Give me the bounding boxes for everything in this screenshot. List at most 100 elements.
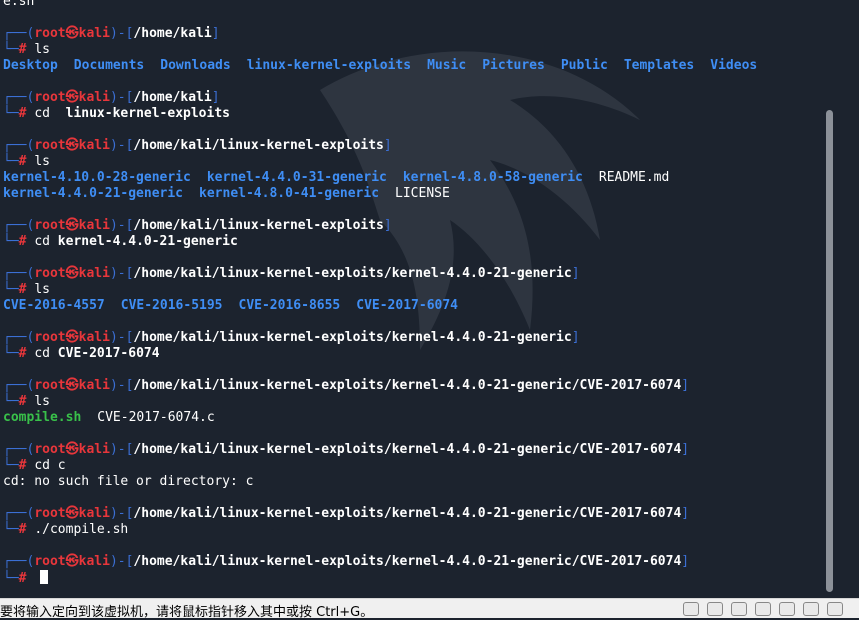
prompt-arrow: └─	[3, 154, 19, 169]
prompt-hash: #	[18, 571, 35, 586]
ls-entry: Desktop	[3, 58, 58, 73]
settings-icon[interactable]	[803, 602, 819, 616]
ls-entry: README.md	[598, 170, 670, 185]
prompt-path: /home/kali/linux-kernel-exploits/kernel-…	[133, 442, 682, 457]
ls-entry: Music	[427, 58, 467, 73]
prompt-sep: )-[	[109, 26, 134, 41]
ls-output-row: Desktop Documents Downloads linux-kernel-ex…	[3, 58, 757, 74]
prompt-corner: ┌──(	[3, 138, 35, 153]
prompt-hash: #	[18, 394, 35, 409]
hard-disk-icon[interactable]	[683, 602, 699, 616]
scrollbar-track[interactable]	[838, 0, 859, 598]
prompt-arrow: └─	[3, 458, 19, 473]
ls-entry: kernel-4.8.0-41-generic	[199, 186, 380, 201]
prompt-path: /home/kali/linux-kernel-exploits	[133, 218, 384, 233]
ls-entry: Pictures	[482, 58, 545, 73]
prompt-close: ]	[211, 26, 220, 41]
prompt-hash: #	[18, 42, 35, 57]
prompt-command-line: └─# cd kernel-4.4.0-21-generic	[3, 234, 757, 250]
prompt-close: ]	[383, 138, 392, 153]
ls-entry: Templates	[623, 58, 695, 73]
prompt-arrow: └─	[3, 234, 19, 249]
prompt-command-line: └─# cd linux-kernel-exploits	[3, 106, 757, 122]
terminal-output: e.sh ┌──(root㉿kali)-[/home/kali] └─# ls Des…	[3, 0, 757, 586]
command-verb: cd	[34, 346, 58, 361]
fullscreen-icon[interactable]	[827, 602, 843, 616]
prompt-sep: )-[	[109, 218, 134, 233]
cd-rom-icon[interactable]	[707, 602, 723, 616]
prompt-corner: ┌──(	[3, 266, 35, 281]
prompt-close: ]	[571, 266, 580, 281]
command-arg: linux-kernel-exploits	[65, 106, 230, 121]
ls-entry: kernel-4.10.0-28-generic	[3, 170, 191, 185]
command-text: ./compile.sh	[34, 522, 129, 537]
prompt-header: ┌──(root㉿kali)-[/home/kali/linux-kernel-…	[3, 266, 757, 282]
ls-output-row: CVE-2016-4557 CVE-2016-5195 CVE-2016-8655 C…	[3, 298, 757, 314]
prompt-user: root㉿kali	[34, 554, 110, 569]
ls-output-row: kernel-4.4.0-21-generic kernel-4.8.0-41-g…	[3, 186, 757, 202]
network-icon[interactable]	[731, 602, 747, 616]
prompt-sep: )-[	[109, 266, 134, 281]
command-text: ls	[34, 282, 50, 297]
prompt-header: ┌──(root㉿kali)-[/home/kali/linux-kernel-…	[3, 138, 757, 154]
terminal-window[interactable]: e.sh ┌──(root㉿kali)-[/home/kali] └─# ls Des…	[0, 0, 838, 598]
prompt-command-line: └─# ls	[3, 154, 757, 170]
scrollbar-thumb[interactable]	[826, 110, 833, 592]
prompt-user: root㉿kali	[34, 506, 110, 521]
prompt-hash: #	[18, 282, 35, 297]
prompt-command-line: └─# cd CVE-2017-6074	[3, 346, 757, 362]
prompt-arrow: └─	[3, 394, 19, 409]
prompt-hash: #	[18, 234, 35, 249]
sound-icon[interactable]	[755, 602, 771, 616]
prompt-command-line: └─#	[3, 570, 757, 586]
prompt-header: ┌──(root㉿kali)-[/home/kali/linux-kernel-…	[3, 554, 757, 570]
prompt-arrow: └─	[3, 282, 19, 297]
prompt-corner: ┌──(	[3, 330, 35, 345]
prompt-header: ┌──(root㉿kali)-[/home/kali/linux-kernel-…	[3, 330, 757, 346]
prompt-header: ┌──(root㉿kali)-[/home/kali]	[3, 90, 757, 106]
prompt-close: ]	[681, 378, 690, 393]
prompt-header: ┌──(root㉿kali)-[/home/kali/linux-kernel-…	[3, 218, 757, 234]
prompt-header: ┌──(root㉿kali)-[/home/kali/linux-kernel-…	[3, 442, 757, 458]
ls-entry: kernel-4.4.0-21-generic	[3, 186, 184, 201]
status-icons	[683, 602, 843, 616]
prompt-arrow: └─	[3, 522, 19, 537]
prompt-header: ┌──(root㉿kali)-[/home/kali]	[3, 26, 757, 42]
command-text: cd c	[34, 458, 66, 473]
prompt-path: /home/kali	[133, 26, 212, 41]
prompt-hash: #	[18, 458, 35, 473]
prompt-user: root㉿kali	[34, 378, 110, 393]
prompt-command-line: └─# ls	[3, 42, 757, 58]
prompt-arrow: └─	[3, 106, 19, 121]
ls-entry: Downloads	[160, 58, 231, 73]
ls-entry: Documents	[73, 58, 145, 73]
prompt-corner: ┌──(	[3, 378, 35, 393]
prompt-path: /home/kali/linux-kernel-exploits/kernel-…	[133, 506, 682, 521]
prompt-user: root㉿kali	[34, 90, 110, 105]
ls-entry: CVE-2016-8655	[238, 298, 341, 313]
prompt-corner: ┌──(	[3, 554, 35, 569]
ls-entry: kernel-4.4.0-31-generic	[206, 170, 387, 185]
prompt-user: root㉿kali	[34, 138, 110, 153]
prompt-path: /home/kali/linux-kernel-exploits/kernel-…	[133, 378, 682, 393]
command-verb: cd	[34, 234, 58, 249]
prompt-path: /home/kali/linux-kernel-exploits/kernel-…	[133, 554, 682, 569]
usb-icon[interactable]	[779, 602, 795, 616]
prompt-corner: ┌──(	[3, 26, 35, 41]
prompt-user: root㉿kali	[34, 442, 110, 457]
vm-status-bar: 要将输入定向到该虚拟机，请将鼠标指针移入其中或按 Ctrl+G。	[0, 598, 859, 620]
prompt-command-line: └─# ls	[3, 282, 757, 298]
ls-entry: LICENSE	[395, 186, 450, 201]
ls-entry: CVE-2017-6074.c	[97, 410, 215, 425]
error-output: cd: no such file or directory: c	[3, 474, 254, 489]
terminal-cursor	[40, 570, 49, 584]
prompt-arrow: └─	[3, 346, 19, 361]
prompt-hash: #	[18, 522, 35, 537]
prompt-corner: ┌──(	[3, 442, 35, 457]
